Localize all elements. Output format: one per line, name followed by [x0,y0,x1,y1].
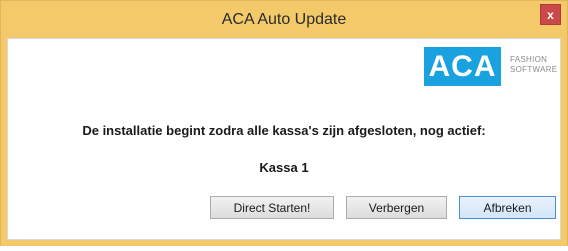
aca-logo: ACA [424,47,501,86]
logo-subtitle: FASHION SOFTWARE [510,55,557,75]
start-now-button[interactable]: Direct Starten! [210,196,334,219]
logo-subtitle-line2: SOFTWARE [510,65,558,74]
window-title: ACA Auto Update [221,11,347,28]
bottom-strip [0,246,568,251]
title-bar[interactable]: ACA Auto Update x [1,1,567,39]
close-button[interactable]: x [540,4,561,25]
cancel-button[interactable]: Afbreken [459,196,556,219]
logo-subtitle-line1: FASHION [510,55,548,64]
status-message: De installatie begint zodra alle kassa's… [82,123,486,138]
hide-button[interactable]: Verbergen [346,196,447,219]
active-register-label: Kassa 1 [259,160,309,175]
